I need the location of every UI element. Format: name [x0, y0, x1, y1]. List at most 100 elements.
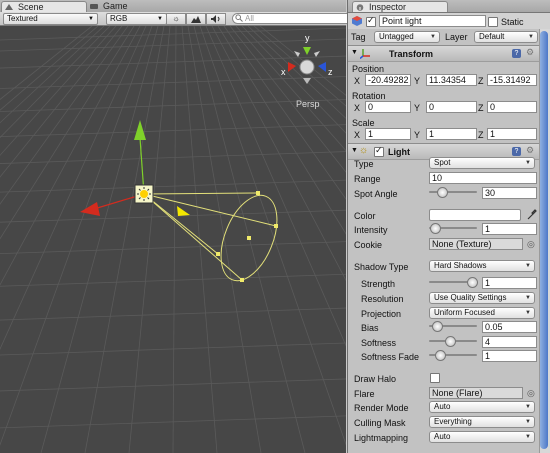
tab-inspector[interactable]: Inspector	[352, 1, 448, 12]
resolution-dropdown[interactable]: Use Quality Settings ▼	[429, 292, 535, 304]
object-picker-icon[interactable]: ◎	[527, 388, 535, 399]
softness-field[interactable]: 4	[482, 336, 537, 348]
lightmapping-dropdown[interactable]: Auto ▼	[429, 431, 535, 443]
position-x-field[interactable]: -20.49282	[365, 74, 411, 86]
object-name-field[interactable]: Point light	[379, 15, 486, 27]
slider-knob[interactable]	[445, 336, 456, 347]
draw-halo-checkbox[interactable]	[430, 373, 440, 383]
grid-line	[0, 76, 346, 89]
tab-game[interactable]: Game	[87, 1, 167, 12]
draw-mode-dropdown[interactable]: Textured ▼	[3, 13, 98, 25]
spot-angle-field[interactable]: 30	[482, 187, 537, 199]
transform-header[interactable]: ▼ Transform ? ⚙	[348, 45, 550, 62]
layer-dropdown[interactable]: Default ▼	[474, 31, 538, 43]
help-icon[interactable]: ?	[512, 147, 521, 156]
gizmo-y-label: y	[305, 33, 310, 43]
slider-knob[interactable]	[430, 223, 441, 234]
bias-field[interactable]: 0.05	[482, 321, 537, 333]
strength-label: Strength	[361, 279, 396, 289]
light-enabled-checkbox[interactable]	[374, 145, 384, 157]
gizmo-z-cone[interactable]	[318, 62, 326, 72]
dropdown-arrow-icon: ▼	[525, 263, 531, 269]
rotation-label: Rotation	[352, 91, 386, 101]
shadow-type-dropdown[interactable]: Hard Shadows ▼	[429, 260, 535, 272]
rotation-z-field[interactable]: 0	[487, 101, 537, 113]
dropdown-arrow-icon: ▼	[525, 419, 531, 425]
foldout-arrow-icon[interactable]: ▼	[351, 147, 358, 154]
scene-search-input[interactable]: All	[232, 13, 354, 24]
intensity-slider[interactable]	[429, 223, 477, 234]
strength-field[interactable]: 1	[482, 277, 537, 289]
scene-canvas[interactable]: y x z	[0, 26, 346, 453]
eyedropper-icon[interactable]	[527, 208, 537, 220]
bias-slider[interactable]	[429, 321, 477, 332]
position-z-field[interactable]: -15.31492	[487, 74, 537, 86]
render-mode-value: Auto	[434, 402, 451, 411]
strength-slider[interactable]	[429, 277, 478, 288]
tag-dropdown[interactable]: Untagged ▼	[374, 31, 440, 43]
foldout-arrow-icon[interactable]: ▼	[351, 49, 358, 56]
info-icon	[356, 4, 364, 11]
scene-viewport[interactable]: y x z Persp	[0, 26, 346, 453]
rotation-x-field[interactable]: 0	[365, 101, 411, 113]
object-picker-icon[interactable]: ◎	[527, 239, 535, 250]
spot-angle-slider[interactable]	[429, 187, 477, 198]
cookie-object-field[interactable]: None (Texture)	[429, 238, 523, 250]
intensity-field[interactable]: 1	[482, 223, 537, 235]
gizmo-y-cone[interactable]	[303, 47, 311, 55]
range-field[interactable]: 10	[429, 172, 537, 184]
cone-handle[interactable]	[240, 278, 244, 282]
cone-handle[interactable]	[256, 191, 260, 195]
render-mode-label: Render Mode	[354, 403, 409, 413]
render-mode-dropdown[interactable]: Auto ▼	[429, 401, 535, 413]
rotation-y-field[interactable]: 0	[426, 101, 477, 113]
gear-icon[interactable]: ⚙	[526, 145, 534, 156]
slider-knob[interactable]	[437, 187, 448, 198]
color-swatch[interactable]	[429, 209, 521, 221]
grid-line	[0, 26, 153, 446]
softness-slider[interactable]	[429, 336, 477, 347]
light-gizmo[interactable]	[134, 184, 154, 204]
scene-audio-toggle[interactable]	[206, 13, 226, 25]
scale-x-field[interactable]: 1	[365, 128, 411, 140]
spot-direction-arrow[interactable]	[177, 206, 190, 216]
help-icon[interactable]: ?	[512, 49, 521, 58]
light-component-icon: ☼	[359, 145, 369, 156]
static-checkbox[interactable]	[488, 17, 498, 27]
projection-label[interactable]: Persp	[296, 99, 320, 109]
mountain-icon	[191, 16, 201, 23]
softness-fade-field[interactable]: 1	[482, 350, 537, 362]
scale-y-field[interactable]: 1	[426, 128, 477, 140]
lightmapping-label: Lightmapping	[354, 433, 409, 443]
position-y-field[interactable]: 11.34354	[426, 74, 477, 86]
scene-icon	[5, 4, 13, 10]
cone-handle[interactable]	[247, 236, 251, 240]
transform-icon	[360, 49, 370, 59]
scene-lighting-toggle[interactable]: ☼	[166, 13, 186, 25]
slider-knob[interactable]	[432, 321, 443, 332]
speaker-icon	[211, 15, 220, 23]
tab-scene[interactable]: Scene	[1, 1, 87, 12]
scene-overlay-toggle[interactable]	[186, 13, 206, 25]
scale-z-field[interactable]: 1	[487, 128, 537, 140]
grid-line	[84, 26, 165, 453]
cone-handle[interactable]	[216, 252, 220, 256]
render-mode-dropdown[interactable]: RGB ▼	[106, 13, 167, 25]
flare-object-field[interactable]: None (Flare)	[429, 387, 523, 399]
softness-fade-slider[interactable]	[429, 350, 477, 361]
active-checkbox[interactable]	[366, 15, 376, 27]
gear-icon[interactable]: ⚙	[526, 47, 534, 58]
rotation-z-label: Z	[478, 103, 484, 113]
projection-dropdown[interactable]: Uniform Focused ▼	[429, 307, 535, 319]
grid-line	[0, 209, 346, 223]
grid-line	[0, 99, 346, 112]
slider-knob[interactable]	[467, 277, 478, 288]
type-dropdown[interactable]: Spot ▼	[429, 157, 535, 169]
color-label: Color	[354, 211, 376, 221]
scale-x-label: X	[354, 130, 361, 140]
intensity-label: Intensity	[354, 225, 388, 235]
culling-mask-dropdown[interactable]: Everything ▼	[429, 416, 535, 428]
scrollbar-thumb[interactable]	[540, 31, 548, 449]
slider-knob[interactable]	[435, 350, 446, 361]
cone-handle[interactable]	[274, 224, 278, 228]
